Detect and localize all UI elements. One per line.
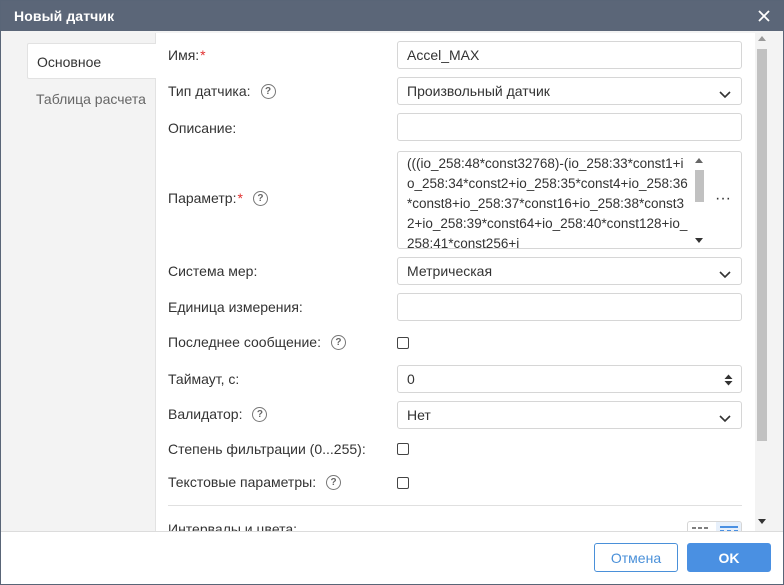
spinner-icon[interactable] <box>724 373 733 389</box>
name-input-value: Accel_MAX <box>407 47 480 63</box>
ok-button[interactable]: OK <box>687 543 771 572</box>
required-mark: * <box>200 47 206 63</box>
help-icon[interactable]: ? <box>260 83 276 99</box>
scroll-up-icon[interactable] <box>758 36 766 41</box>
dialog-body: Основное Таблица расчета Имя: * Accel_MAX… <box>1 31 783 531</box>
parameter-scrollbar[interactable] <box>692 154 706 248</box>
dialog-footer: Отмена OK <box>1 531 783 584</box>
filtration-label: Степень фильтрации (0...255): <box>168 441 366 457</box>
description-label: Описание: <box>168 120 237 136</box>
validator-select[interactable]: Нет <box>397 401 742 429</box>
unit-system-select[interactable]: Метрическая <box>397 257 742 285</box>
help-icon[interactable]: ? <box>330 334 346 350</box>
timeout-label: Таймаут, с: <box>168 371 240 387</box>
unit-system-value: Метрическая <box>407 263 493 279</box>
dialog-titlebar: Новый датчик <box>1 1 783 31</box>
grid-view-option[interactable] <box>716 522 741 531</box>
sensor-type-value: Произвольный датчик <box>407 83 550 99</box>
intervals-view-toggle[interactable] <box>687 521 742 531</box>
tab-list: Основное Таблица расчета <box>27 43 156 117</box>
name-input[interactable]: Accel_MAX <box>397 41 742 69</box>
more-icon[interactable]: ··· <box>715 190 731 208</box>
new-sensor-dialog: Новый датчик Основное Таблица расчета Им… <box>0 0 784 585</box>
dialog-scrollbar[interactable] <box>755 31 769 531</box>
scroll-down-icon[interactable] <box>695 238 703 243</box>
text-params-label: Текстовые параметры:? <box>168 474 342 490</box>
parameter-value: (((io_258:48*const32768)-(io_258:33*cons… <box>407 156 688 248</box>
unit-system-label: Система мер: <box>168 263 258 279</box>
scroll-up-icon[interactable] <box>695 158 703 163</box>
help-icon[interactable]: ? <box>326 474 342 490</box>
general-tab-panel: Имя: * Accel_MAX Тип датчика:? Произвольн… <box>155 33 755 531</box>
help-icon[interactable]: ? <box>252 406 268 422</box>
close-icon[interactable] <box>753 5 775 27</box>
tab-general[interactable]: Основное <box>27 43 156 79</box>
validator-value: Нет <box>407 407 431 423</box>
parameter-label: Параметр: *? <box>168 190 268 206</box>
unit-input[interactable] <box>397 293 742 321</box>
sensor-type-select[interactable]: Произвольный датчик <box>397 77 742 105</box>
dialog-scroll-thumb[interactable] <box>757 49 767 441</box>
chevron-down-icon <box>719 410 731 426</box>
last-message-checkbox[interactable] <box>397 337 409 349</box>
chevron-down-icon <box>719 86 731 102</box>
text-params-checkbox[interactable] <box>397 477 409 489</box>
dialog-title: Новый датчик <box>14 8 115 24</box>
scroll-down-icon[interactable] <box>758 519 766 524</box>
required-mark: * <box>237 190 243 206</box>
name-label: Имя: * <box>168 47 206 63</box>
validator-label: Валидатор:? <box>168 406 268 422</box>
cancel-button[interactable]: Отмена <box>594 543 678 572</box>
last-message-label: Последнее сообщение:? <box>168 334 346 350</box>
section-divider <box>168 505 742 506</box>
parameter-scroll-thumb[interactable] <box>695 170 704 202</box>
timeout-stepper[interactable]: 0 <box>397 365 742 393</box>
description-input[interactable] <box>397 113 742 141</box>
parameter-textarea[interactable]: (((io_258:48*const32768)-(io_258:33*cons… <box>397 151 742 249</box>
chevron-down-icon <box>719 266 731 282</box>
timeout-value: 0 <box>407 371 415 387</box>
help-icon[interactable]: ? <box>252 190 268 206</box>
sensor-type-label: Тип датчика:? <box>168 83 276 99</box>
unit-label: Единица измерения: <box>168 299 303 315</box>
intervals-label: Интервалы и цвета: <box>168 521 298 531</box>
tab-calculation-table[interactable]: Таблица расчета <box>27 81 155 117</box>
filtration-checkbox[interactable] <box>397 443 409 455</box>
